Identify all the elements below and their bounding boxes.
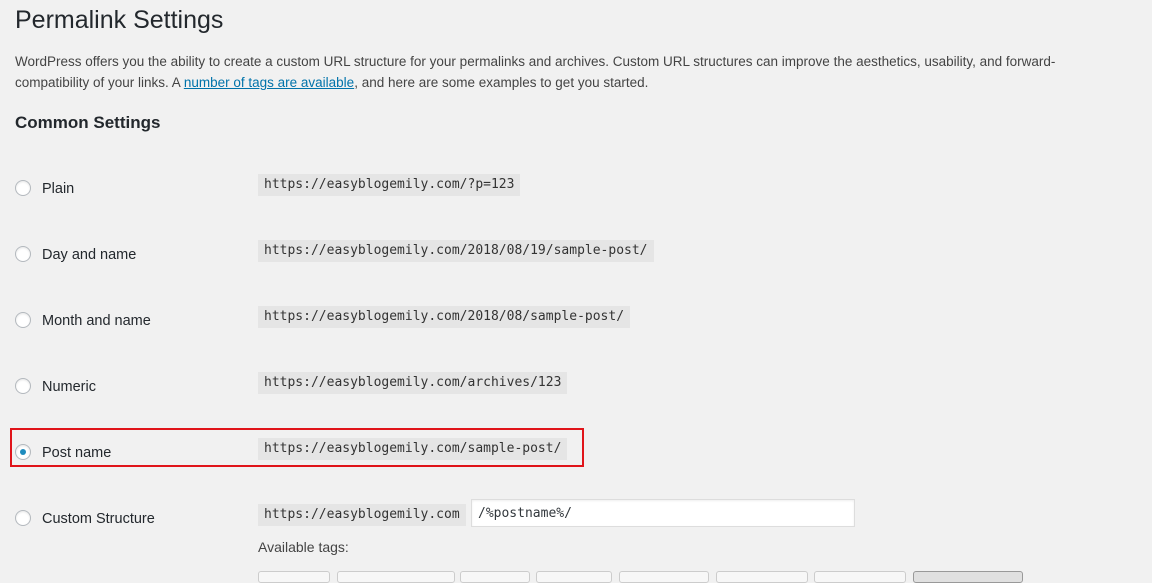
tag-button[interactable] <box>619 571 709 583</box>
option-day-and-name[interactable]: Day and name https://easyblogemily.com/2… <box>15 240 915 272</box>
tag-button[interactable] <box>258 571 330 583</box>
highlight-outline <box>10 428 584 467</box>
plain-radio[interactable] <box>15 180 31 196</box>
page-title: Permalink Settings <box>15 6 224 34</box>
custom-structure-input[interactable] <box>471 499 855 527</box>
numeric-radio[interactable] <box>15 378 31 394</box>
tag-button[interactable] <box>536 571 612 583</box>
option-numeric[interactable]: Numeric https://easyblogemily.com/archiv… <box>15 372 915 404</box>
day-and-name-radio[interactable] <box>15 246 31 262</box>
available-tags-link[interactable]: number of tags are available <box>184 75 354 90</box>
tag-button[interactable] <box>814 571 906 583</box>
numeric-label[interactable]: Numeric <box>42 378 96 396</box>
intro-text-end: , and here are some examples to get you … <box>354 75 649 90</box>
day-and-name-label[interactable]: Day and name <box>42 246 136 264</box>
month-and-name-radio[interactable] <box>15 312 31 328</box>
tag-button[interactable] <box>913 571 1023 583</box>
available-tags-label: Available tags: <box>258 539 349 555</box>
custom-structure-radio[interactable] <box>15 510 31 526</box>
custom-structure-base: https://easyblogemily.com <box>258 504 466 526</box>
option-plain[interactable]: Plain https://easyblogemily.com/?p=123 <box>15 174 915 206</box>
plain-example: https://easyblogemily.com/?p=123 <box>258 174 521 196</box>
month-and-name-example: https://easyblogemily.com/2018/08/sample… <box>258 306 631 328</box>
tag-button[interactable] <box>337 571 455 583</box>
day-and-name-example: https://easyblogemily.com/2018/08/19/sam… <box>258 240 654 262</box>
tag-button[interactable] <box>460 571 530 583</box>
tag-button[interactable] <box>716 571 808 583</box>
custom-structure-label[interactable]: Custom Structure <box>42 510 155 528</box>
option-month-and-name[interactable]: Month and name https://easyblogemily.com… <box>15 306 915 338</box>
option-custom-structure[interactable]: Custom Structure https://easyblogemily.c… <box>15 499 915 536</box>
intro-paragraph: WordPress offers you the ability to crea… <box>15 51 1125 93</box>
numeric-example: https://easyblogemily.com/archives/123 <box>258 372 568 394</box>
common-settings-heading: Common Settings <box>15 113 161 132</box>
month-and-name-label[interactable]: Month and name <box>42 312 151 330</box>
plain-label[interactable]: Plain <box>42 180 74 198</box>
